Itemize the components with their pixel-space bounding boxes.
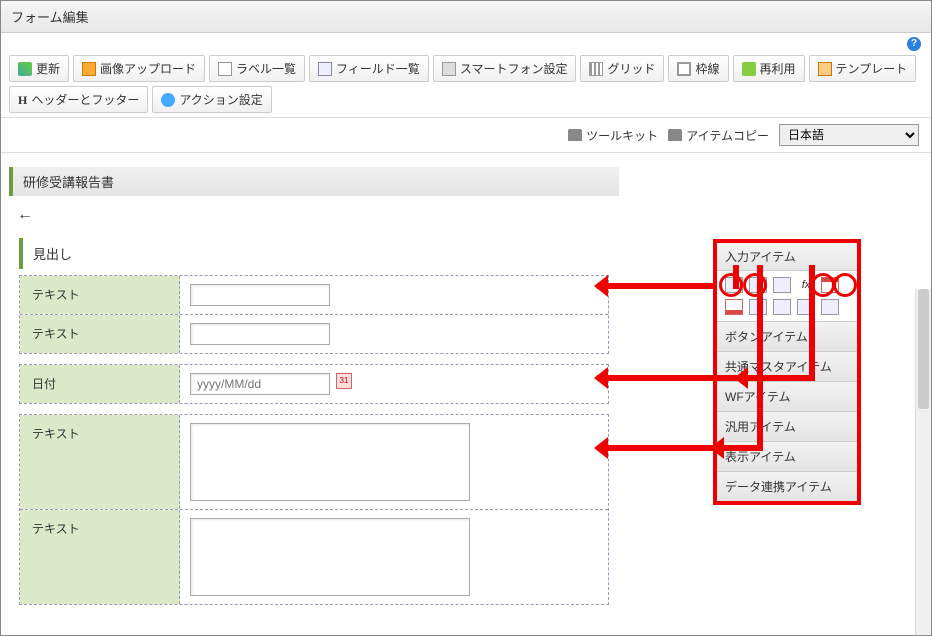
annotation-arrow bbox=[757, 265, 763, 451]
palette-category[interactable]: 汎用アイテム bbox=[717, 411, 857, 441]
palette-chart-icon[interactable] bbox=[725, 299, 743, 315]
grid-label: グリッド bbox=[607, 60, 655, 77]
toolkit-button[interactable]: ツールキット bbox=[568, 127, 658, 144]
grid-icon bbox=[589, 62, 603, 76]
action-icon bbox=[161, 93, 175, 107]
template-button[interactable]: テンプレート bbox=[809, 55, 917, 82]
refresh-button[interactable]: 更新 bbox=[9, 55, 69, 82]
item-copy-button[interactable]: アイテムコピー bbox=[668, 127, 769, 144]
palette-category[interactable]: データ連携アイテム bbox=[717, 471, 857, 501]
action-settings-button[interactable]: アクション設定 bbox=[152, 86, 271, 113]
calendar-icon[interactable]: 31 bbox=[336, 373, 352, 389]
reuse-label: 再利用 bbox=[760, 60, 796, 77]
field-list-button[interactable]: フィールド一覧 bbox=[309, 55, 429, 82]
textarea-input[interactable] bbox=[190, 423, 470, 501]
palette-item-icon[interactable] bbox=[821, 299, 839, 315]
text-input[interactable] bbox=[190, 323, 330, 345]
form-canvas: 研修受講報告書 ← 見出し テキスト テキスト 日付 bbox=[9, 167, 619, 615]
header-footer-button[interactable]: H ヘッダーとフッター bbox=[9, 86, 148, 113]
form-title: 研修受講報告書 bbox=[9, 167, 619, 196]
back-arrow-icon[interactable]: ← bbox=[17, 206, 33, 223]
palette-category-list: ボタンアイテム 共通マスタアイテム WFアイテム 汎用アイテム 表示アイテム デ… bbox=[717, 321, 857, 501]
palette-category[interactable]: ボタンアイテム bbox=[717, 321, 857, 351]
annotation-arrow bbox=[713, 445, 761, 451]
field-row[interactable]: テキスト bbox=[20, 315, 608, 353]
sub-toolbar: ツールキット アイテムコピー 日本語 bbox=[1, 118, 931, 153]
annotation-circle bbox=[719, 273, 743, 297]
toolkit-label: ツールキット bbox=[586, 127, 658, 144]
field-label: テキスト bbox=[20, 415, 180, 509]
phone-icon bbox=[442, 62, 456, 76]
template-icon bbox=[818, 62, 832, 76]
border-button[interactable]: 枠線 bbox=[668, 55, 728, 82]
annotation-arrow bbox=[733, 265, 739, 289]
reuse-button[interactable]: 再利用 bbox=[733, 55, 805, 82]
field-group-2: 日付 31 bbox=[19, 364, 609, 404]
field-group-1: テキスト テキスト bbox=[19, 275, 609, 354]
field-icon bbox=[318, 62, 332, 76]
label-list-label: ラベル一覧 bbox=[236, 60, 296, 77]
border-icon bbox=[677, 62, 691, 76]
field-group-3: テキスト テキスト bbox=[19, 414, 609, 605]
label-icon bbox=[218, 62, 232, 76]
vertical-scrollbar[interactable] bbox=[915, 289, 931, 635]
smartphone-button[interactable]: スマートフォン設定 bbox=[433, 55, 577, 82]
toolkit-icon bbox=[568, 129, 582, 141]
field-row[interactable]: テキスト bbox=[20, 415, 608, 510]
item-copy-label: アイテムコピー bbox=[686, 127, 769, 144]
field-row[interactable]: テキスト bbox=[20, 276, 608, 315]
refresh-label: 更新 bbox=[36, 60, 60, 77]
annotation-arrow bbox=[809, 265, 815, 381]
image-upload-button[interactable]: 画像アップロード bbox=[73, 55, 205, 82]
grid-button[interactable]: グリッド bbox=[580, 55, 664, 82]
action-settings-label: アクション設定 bbox=[179, 91, 262, 108]
annotation-arrow bbox=[597, 375, 737, 381]
reuse-icon bbox=[742, 62, 756, 76]
section-header: 見出し bbox=[19, 238, 609, 269]
header-footer-label: ヘッダーとフッター bbox=[31, 91, 139, 108]
field-list-label: フィールド一覧 bbox=[336, 60, 420, 77]
date-input[interactable] bbox=[190, 373, 330, 395]
main-canvas: 研修受講報告書 ← 見出し テキスト テキスト 日付 bbox=[1, 153, 931, 629]
language-select[interactable]: 日本語 bbox=[779, 124, 919, 146]
text-input[interactable] bbox=[190, 284, 330, 306]
window-title: フォーム編集 bbox=[1, 1, 931, 33]
palette-number-icon[interactable] bbox=[773, 277, 791, 293]
field-label: テキスト bbox=[20, 276, 180, 314]
annotation-arrow bbox=[597, 445, 713, 451]
textarea-input[interactable] bbox=[190, 518, 470, 596]
field-row[interactable]: 日付 31 bbox=[20, 365, 608, 403]
item-copy-icon bbox=[668, 129, 682, 141]
field-row[interactable]: テキスト bbox=[20, 510, 608, 604]
field-label: 日付 bbox=[20, 365, 180, 403]
image-icon bbox=[82, 62, 96, 76]
image-upload-label: 画像アップロード bbox=[100, 60, 196, 77]
annotation-arrow bbox=[597, 283, 713, 289]
main-toolbar: 更新 画像アップロード ラベル一覧 フィールド一覧 スマートフォン設定 グリッド… bbox=[1, 51, 931, 118]
annotation-arrow bbox=[737, 375, 813, 381]
field-label: テキスト bbox=[20, 315, 180, 353]
palette-item-icon[interactable] bbox=[773, 299, 791, 315]
border-label: 枠線 bbox=[695, 60, 719, 77]
smartphone-label: スマートフォン設定 bbox=[460, 60, 568, 77]
refresh-icon bbox=[18, 62, 32, 76]
help-icon[interactable]: ? bbox=[907, 37, 921, 51]
scrollbar-thumb[interactable] bbox=[918, 289, 929, 409]
header-footer-icon: H bbox=[18, 93, 27, 107]
field-label: テキスト bbox=[20, 510, 180, 604]
annotation-circle bbox=[833, 273, 857, 297]
label-list-button[interactable]: ラベル一覧 bbox=[209, 55, 305, 82]
annotation-circle bbox=[743, 273, 767, 297]
template-label: テンプレート bbox=[836, 60, 908, 77]
